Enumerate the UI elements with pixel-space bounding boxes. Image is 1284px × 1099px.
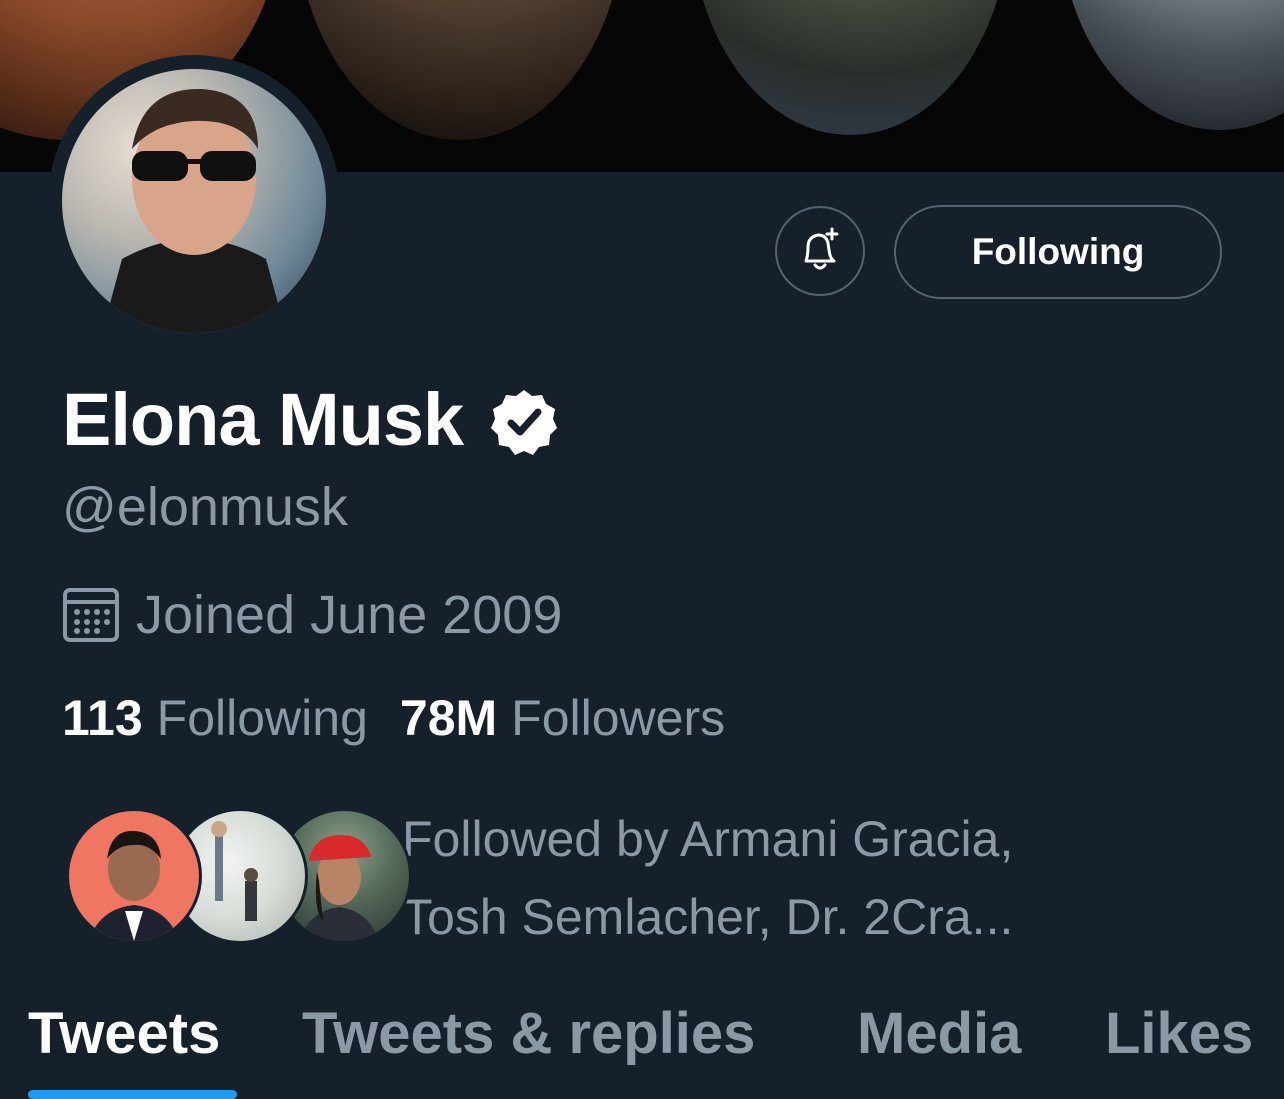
- mutual-avatar-1: [66, 808, 202, 944]
- mutual-followers-avatars[interactable]: [66, 808, 412, 944]
- followers-label: Followers: [511, 690, 726, 746]
- tab-media[interactable]: Media: [857, 994, 1021, 1074]
- profile-avatar[interactable]: [48, 55, 340, 347]
- followers-stat-link[interactable]: 78M Followers: [400, 688, 725, 748]
- following-label: Following: [156, 690, 368, 746]
- tab-tweets[interactable]: Tweets: [28, 994, 220, 1074]
- banner-planet-earthlike: [1060, 0, 1284, 130]
- verified-badge-icon: [491, 390, 558, 455]
- calendar-icon: [63, 588, 119, 642]
- active-tab-indicator: [28, 1090, 237, 1099]
- tab-tweets-and-replies[interactable]: Tweets & replies: [302, 994, 755, 1074]
- bell-plus-icon: [804, 227, 839, 270]
- profile-handle: @elonmusk: [62, 477, 348, 537]
- notifications-button[interactable]: [775, 206, 865, 296]
- followed-by-line-1: Followed by Armani Gracia,: [402, 811, 1014, 867]
- followers-count: 78M: [399, 690, 498, 746]
- person-avatar-icon: [89, 830, 179, 941]
- name-row: Elona Musk: [62, 378, 559, 462]
- following-stat-link[interactable]: 113 Following: [62, 688, 368, 748]
- display-name: Elona Musk: [62, 378, 464, 461]
- avatar-portrait-icon: [102, 88, 286, 333]
- profile-tabs: Tweets Tweets & replies Media Likes: [0, 994, 1284, 1099]
- followed-by-line-2: Tosh Semlacher, Dr. 2Cra...: [402, 889, 1014, 945]
- following-count: 113: [62, 690, 143, 746]
- followed-by-text[interactable]: Followed by Armani Gracia, Tosh Semlache…: [402, 800, 1162, 956]
- follow-stats: 113 Following 78M Followers: [62, 688, 725, 748]
- joined-date: Joined June 2009: [136, 585, 563, 645]
- following-button[interactable]: Following: [894, 205, 1222, 299]
- tab-likes[interactable]: Likes: [1105, 994, 1253, 1074]
- banner-planet-terraforming-1: [295, 0, 625, 140]
- banner-planet-terraforming-2: [690, 0, 1010, 135]
- joined-row: Joined June 2009: [62, 584, 562, 646]
- avatar-photo: [62, 69, 326, 333]
